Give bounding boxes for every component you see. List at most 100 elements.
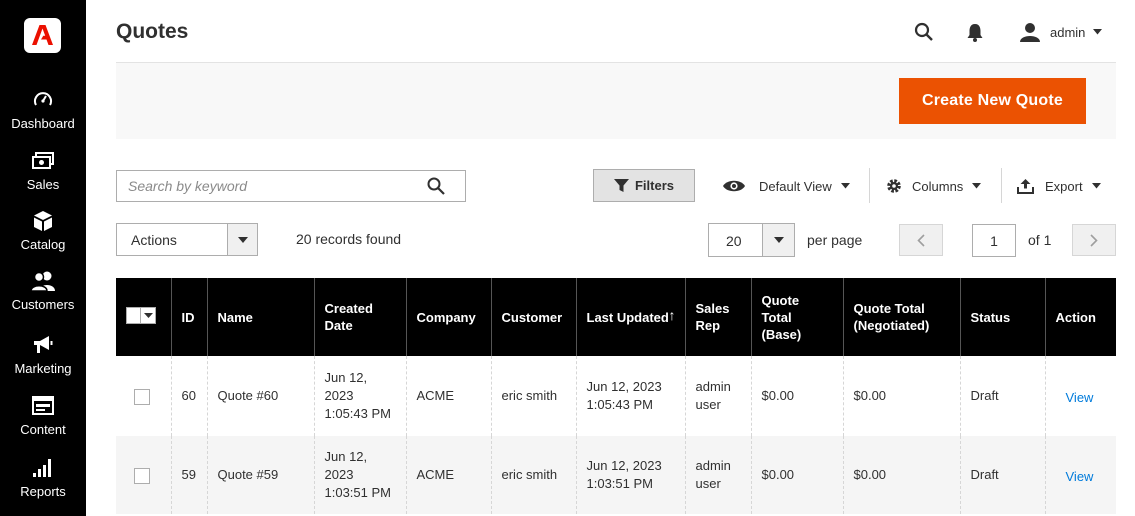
cell-company: ACME bbox=[405, 356, 491, 436]
chevron-left-icon bbox=[917, 234, 925, 247]
page-total: of 1 bbox=[1028, 232, 1052, 248]
chevron-down-icon bbox=[238, 237, 248, 243]
column-header-quote-total-base[interactable]: Quote Total (Base) bbox=[750, 278, 843, 356]
admin-user-menu[interactable]: admin bbox=[1020, 20, 1103, 44]
per-page-select[interactable]: 20 bbox=[708, 223, 795, 257]
toolbar-divider bbox=[869, 168, 870, 203]
admin-sidebar: Dashboard Sales Catalog Customers Market… bbox=[0, 0, 86, 516]
column-header-created-date[interactable]: Created Date bbox=[313, 278, 406, 356]
sidebar-item-label: Catalog bbox=[20, 237, 66, 252]
cell-quote-total-base: $0.00 bbox=[750, 356, 843, 436]
cell-created-date: Jun 12, 2023 1:05:43 PM bbox=[313, 356, 406, 436]
sidebar-item-label: Reports bbox=[20, 484, 66, 499]
page-title: Quotes bbox=[116, 20, 189, 43]
cell-customer: eric smith bbox=[490, 436, 576, 514]
page-number-input[interactable] bbox=[972, 224, 1016, 257]
column-header-company[interactable]: Company bbox=[405, 278, 491, 356]
sidebar-item-dashboard[interactable]: Dashboard bbox=[0, 89, 86, 131]
mass-select-toggle[interactable] bbox=[140, 308, 155, 323]
create-new-quote-button[interactable]: Create New Quote bbox=[899, 78, 1086, 124]
view-quote-link[interactable]: View bbox=[1066, 390, 1094, 405]
cell-customer: eric smith bbox=[490, 356, 576, 436]
notifications-bell-icon[interactable] bbox=[966, 22, 984, 42]
column-header-id[interactable]: ID bbox=[170, 278, 207, 356]
sidebar-item-marketing[interactable]: Marketing bbox=[0, 334, 86, 376]
default-view-dropdown[interactable]: Default View bbox=[722, 176, 850, 196]
sidebar-item-reports[interactable]: Reports bbox=[0, 457, 86, 499]
cell-quote-total-negotiated: $0.00 bbox=[842, 356, 960, 436]
select-all-checkbox[interactable] bbox=[127, 308, 140, 323]
column-header-status[interactable]: Status bbox=[959, 278, 1045, 356]
cell-sales-rep: admin user bbox=[684, 436, 751, 514]
row-checkbox[interactable] bbox=[134, 467, 150, 484]
column-header-customer[interactable]: Customer bbox=[490, 278, 576, 356]
column-header-last-updated[interactable]: Last Updated ↑ bbox=[575, 278, 685, 356]
actions-label: Actions bbox=[131, 232, 177, 248]
keyword-search bbox=[116, 170, 466, 202]
sidebar-item-label: Sales bbox=[26, 177, 60, 192]
cell-action: View bbox=[1044, 436, 1116, 514]
row-select-cell bbox=[116, 436, 171, 514]
cell-company: ACME bbox=[405, 436, 491, 514]
filter-funnel-icon bbox=[613, 178, 629, 192]
gear-icon bbox=[887, 179, 901, 193]
filters-button[interactable]: Filters bbox=[593, 169, 695, 202]
row-select-cell bbox=[116, 356, 171, 436]
cell-name: Quote #59 bbox=[206, 436, 314, 514]
sales-icon bbox=[32, 152, 54, 169]
sidebar-item-label: Content bbox=[20, 422, 66, 437]
columns-dropdown[interactable]: Columns bbox=[886, 176, 982, 196]
cell-status: Draft bbox=[959, 436, 1045, 514]
sidebar-item-customers[interactable]: Customers bbox=[0, 270, 86, 312]
columns-label: Columns bbox=[912, 178, 964, 194]
next-page-button[interactable] bbox=[1072, 224, 1116, 256]
content-icon bbox=[32, 396, 54, 415]
quotes-grid: ID Name Created Date Company Customer La… bbox=[116, 278, 1116, 516]
page-actions-bar: Create New Quote bbox=[116, 62, 1116, 139]
marketing-icon bbox=[34, 336, 53, 353]
previous-page-button[interactable] bbox=[899, 224, 943, 256]
cell-status: Draft bbox=[959, 356, 1045, 436]
global-search-icon[interactable] bbox=[914, 22, 934, 42]
cell-created-date: Jun 12, 2023 1:03:51 PM bbox=[313, 436, 406, 514]
column-header-name[interactable]: Name bbox=[206, 278, 314, 356]
export-dropdown[interactable]: Export bbox=[1017, 176, 1101, 196]
chevron-down-icon bbox=[1091, 183, 1101, 189]
column-header-sales-rep[interactable]: Sales Rep bbox=[684, 278, 751, 356]
sidebar-item-label: Marketing bbox=[14, 361, 72, 376]
column-header-action: Action bbox=[1044, 278, 1116, 356]
records-found: 20 records found bbox=[296, 231, 402, 247]
per-page-value: 20 bbox=[726, 233, 742, 249]
search-icon[interactable] bbox=[427, 177, 445, 195]
row-checkbox[interactable] bbox=[134, 388, 150, 405]
cell-last-updated: Jun 12, 2023 1:05:43 PM bbox=[575, 356, 685, 436]
admin-username: admin bbox=[1050, 24, 1086, 40]
actions-arrow bbox=[227, 224, 257, 255]
cell-last-updated: Jun 12, 2023 1:03:51 PM bbox=[575, 436, 685, 514]
chevron-down-icon bbox=[774, 237, 784, 243]
sidebar-item-catalog[interactable]: Catalog bbox=[0, 210, 86, 252]
sidebar-item-sales[interactable]: Sales bbox=[0, 150, 86, 192]
search-input[interactable] bbox=[117, 171, 407, 201]
chevron-down-icon bbox=[1093, 29, 1103, 35]
filters-label: Filters bbox=[634, 178, 674, 193]
user-icon bbox=[1020, 23, 1040, 42]
mass-select-header[interactable] bbox=[116, 278, 171, 356]
chevron-down-icon bbox=[972, 183, 982, 189]
chevron-down-icon bbox=[144, 313, 153, 318]
grid-header-row: ID Name Created Date Company Customer La… bbox=[116, 278, 1116, 356]
adobe-logo[interactable] bbox=[24, 18, 61, 53]
export-label: Export bbox=[1045, 178, 1083, 194]
sort-ascending-icon: ↑ bbox=[668, 307, 676, 323]
mass-actions-select[interactable]: Actions bbox=[116, 223, 258, 256]
table-row: 59 Quote #59 Jun 12, 2023 1:03:51 PM ACM… bbox=[116, 436, 1116, 514]
per-page-label: per page bbox=[807, 232, 863, 248]
view-quote-link[interactable]: View bbox=[1066, 469, 1094, 484]
cell-quote-total-negotiated: $0.00 bbox=[842, 436, 960, 514]
column-header-quote-total-negotiated[interactable]: Quote Total (Negotiated) bbox=[842, 278, 960, 356]
cell-sales-rep: admin user bbox=[684, 356, 751, 436]
cell-id: 59 bbox=[170, 436, 207, 514]
chevron-down-icon bbox=[840, 183, 850, 189]
mass-select-dropdown[interactable] bbox=[126, 307, 156, 324]
sidebar-item-content[interactable]: Content bbox=[0, 395, 86, 437]
